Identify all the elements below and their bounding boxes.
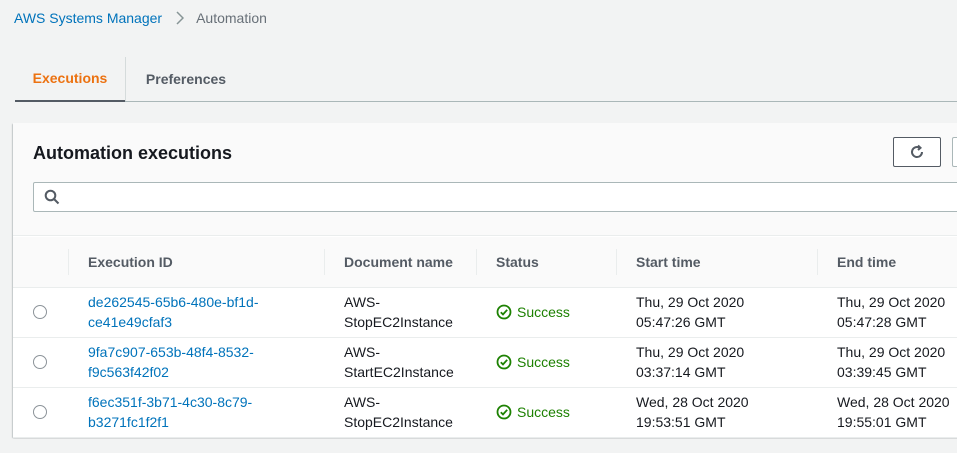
panel-header: Automation executions [13, 123, 957, 236]
row-select-radio[interactable] [33, 305, 47, 319]
tab-preferences[interactable]: Preferences [126, 56, 246, 101]
column-header-start-time[interactable]: Start time [616, 237, 817, 288]
execution-id-link[interactable]: 9fa7c907-653b-48f4-8532- f9c563f42f02 [88, 342, 324, 382]
breadcrumb: AWS Systems Manager Automation [14, 10, 267, 26]
status-badge: Success [496, 402, 616, 422]
table-header-row: Execution ID Document name Status Start … [13, 237, 957, 288]
row-select-radio[interactable] [33, 405, 47, 419]
tab-executions[interactable]: Executions [15, 56, 125, 102]
start-time: Wed, 28 Oct 2020 19:53:51 GMT [616, 387, 817, 438]
refresh-icon [911, 144, 924, 158]
status-badge: Success [496, 352, 616, 372]
check-circle-icon [496, 304, 512, 320]
table-row[interactable]: 9fa7c907-653b-48f4-8532- f9c563f42f02 AWS… [13, 337, 957, 388]
chevron-right-icon [176, 11, 185, 25]
search-icon [44, 189, 60, 205]
document-name: AWS- StartEC2Instance [324, 337, 476, 388]
actions-button[interactable] [952, 137, 957, 167]
check-circle-icon [496, 354, 512, 370]
end-time: Wed, 28 Oct 2020 19:55:01 GMT [817, 387, 957, 438]
document-name: AWS- StopEC2Instance [324, 387, 476, 438]
end-time: Thu, 29 Oct 2020 05:47:28 GMT [817, 287, 957, 338]
tab-bar: Executions Preferences [15, 56, 957, 102]
search-bar [33, 182, 957, 212]
refresh-button[interactable] [893, 137, 941, 167]
column-header-end-time[interactable]: End time [817, 237, 957, 288]
execution-id-link[interactable]: de262545-65b6-480e-bf1d-ce41e49cfaf3 [88, 292, 324, 332]
breadcrumb-link-systems-manager[interactable]: AWS Systems Manager [14, 10, 162, 26]
status-badge: Success [496, 302, 616, 322]
executions-table: Execution ID Document name Status Start … [13, 237, 957, 438]
select-column-header [13, 237, 68, 288]
breadcrumb-current: Automation [196, 10, 267, 26]
row-select-radio[interactable] [33, 355, 47, 369]
executions-panel: Automation executions Execution ID Docum… [13, 123, 957, 438]
start-time: Thu, 29 Oct 2020 05:47:26 GMT [616, 287, 817, 338]
check-circle-icon [496, 404, 512, 420]
end-time: Thu, 29 Oct 2020 03:39:45 GMT [817, 337, 957, 388]
column-header-execution-id[interactable]: Execution ID [68, 237, 324, 288]
table-row[interactable]: f6ec351f-3b71-4c30-8c79- b3271fc1f2f1 AWS… [13, 387, 957, 438]
document-name: AWS- StopEC2Instance [324, 287, 476, 338]
column-header-document-name[interactable]: Document name [324, 237, 476, 288]
execution-id-link[interactable]: f6ec351f-3b71-4c30-8c79- b3271fc1f2f1 [88, 392, 324, 432]
panel-title: Automation executions [33, 143, 233, 163]
search-input[interactable] [66, 184, 957, 210]
start-time: Thu, 29 Oct 2020 03:37:14 GMT [616, 337, 817, 388]
column-header-status[interactable]: Status [476, 237, 616, 288]
table-row[interactable]: de262545-65b6-480e-bf1d-ce41e49cfaf3 AWS… [13, 287, 957, 338]
